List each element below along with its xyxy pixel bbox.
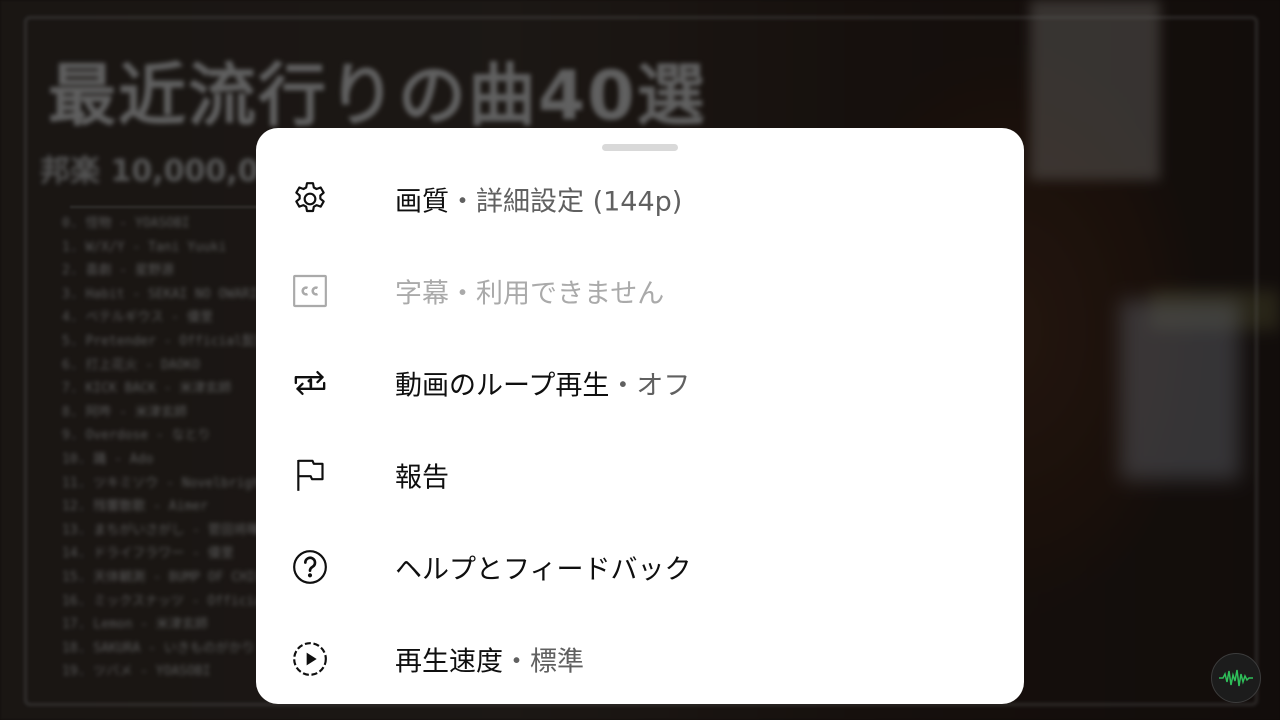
- menu-item-separator: ・: [449, 278, 476, 310]
- menu-item-text: 画質・詳細設定 (144p): [395, 180, 682, 219]
- sheet-drag-handle[interactable]: [602, 144, 678, 151]
- menu-item-value: 詳細設定 (144p): [476, 186, 683, 218]
- playback-speed-icon: [290, 639, 330, 679]
- menu-item-text: 再生速度・標準: [395, 640, 584, 679]
- menu-item-help[interactable]: ヘルプとフィードバック: [256, 521, 1024, 613]
- menu-item-label: 字幕: [395, 278, 449, 310]
- menu-item-value: 利用できません: [476, 278, 665, 310]
- menu-item-loop[interactable]: 動画のループ再生・オフ: [256, 337, 1024, 429]
- waveform-icon: [1219, 669, 1253, 687]
- menu-item-captions: 字幕・利用できません: [256, 245, 1024, 337]
- gear-icon: [290, 179, 330, 219]
- menu-item-value: オフ: [636, 370, 691, 402]
- menu-item-label: 再生速度: [395, 646, 503, 678]
- cc-icon: [290, 271, 330, 311]
- menu-item-text: ヘルプとフィードバック: [395, 548, 691, 587]
- menu-item-label: ヘルプとフィードバック: [395, 554, 692, 586]
- menu-item-text: 報告: [395, 456, 449, 495]
- menu-item-value: 標準: [530, 646, 584, 678]
- menu-item-separator: ・: [449, 186, 476, 218]
- repeat-one-icon: [290, 363, 330, 403]
- menu-item-label: 報告: [395, 462, 449, 494]
- flag-icon: [290, 455, 330, 495]
- menu-item-playback-speed[interactable]: 再生速度・標準: [256, 613, 1024, 704]
- menu-item-separator: ・: [503, 646, 530, 678]
- menu-item-text: 字幕・利用できません: [395, 272, 664, 311]
- menu-item-quality[interactable]: 画質・詳細設定 (144p): [256, 153, 1024, 245]
- settings-sheet: 画質・詳細設定 (144p) 字幕・利用できません 動画のループ再生・オフ 報告…: [256, 128, 1024, 704]
- menu-item-text: 動画のループ再生・オフ: [395, 364, 690, 403]
- menu-item-report[interactable]: 報告: [256, 429, 1024, 521]
- menu-item-label: 動画のループ再生: [395, 370, 610, 402]
- menu-item-separator: ・: [609, 370, 637, 402]
- help-icon: [290, 547, 330, 587]
- menu-item-label: 画質: [395, 186, 449, 218]
- channel-watermark[interactable]: [1211, 653, 1261, 703]
